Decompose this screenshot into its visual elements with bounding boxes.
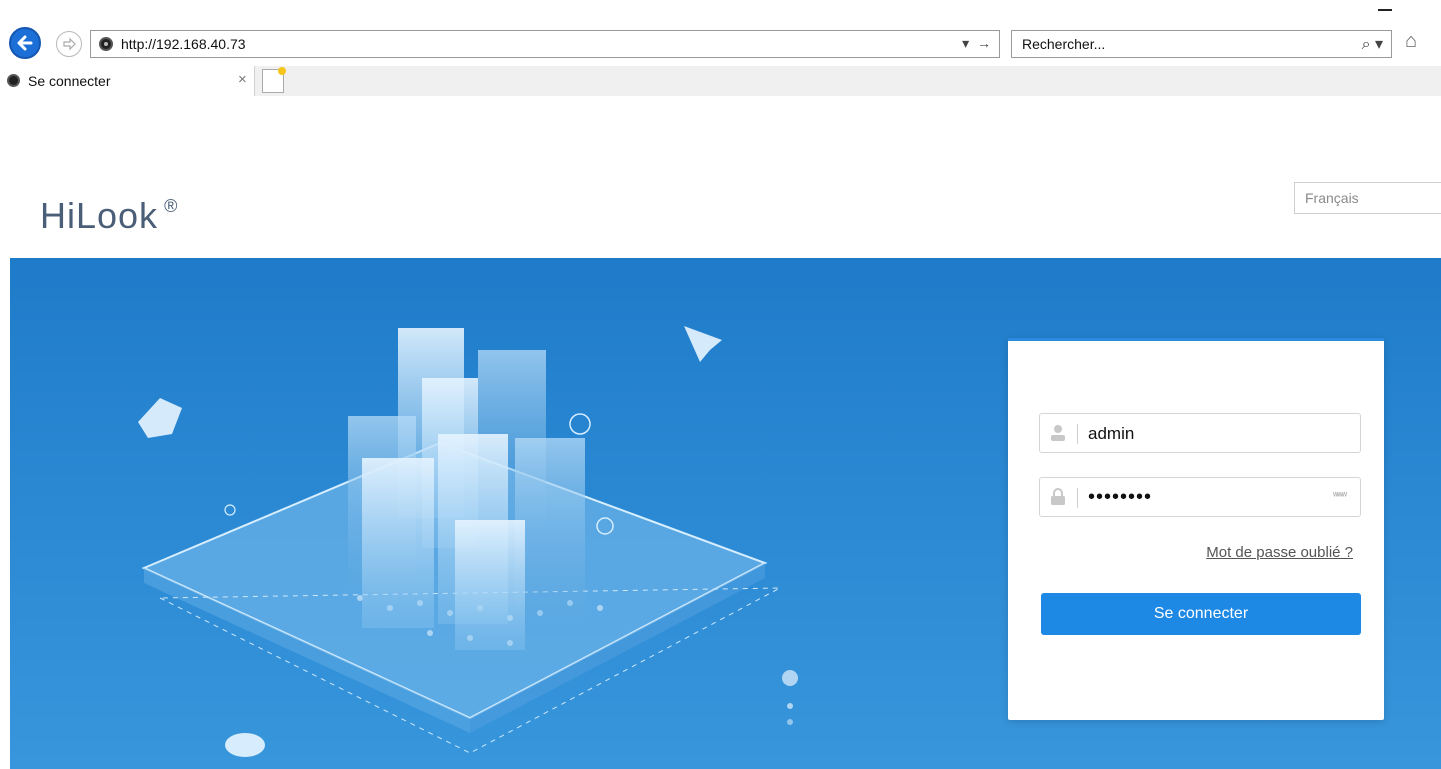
address-bar[interactable]: http://192.168.40.73 ▾ → [90, 30, 1000, 58]
tab-globe-icon [7, 74, 20, 87]
search-icon[interactable]: ⌕ ▾ [1362, 34, 1383, 54]
minimize-button[interactable] [1378, 9, 1392, 11]
field-separator [1077, 424, 1078, 444]
tab-close-icon[interactable]: × [238, 71, 247, 88]
site-globe-icon [99, 37, 113, 51]
lock-icon [1051, 488, 1065, 505]
field-separator [1077, 488, 1078, 508]
username-field[interactable]: admin [1039, 413, 1361, 453]
back-arrow-icon [17, 35, 33, 51]
username-value[interactable]: admin [1088, 424, 1134, 444]
login-card: admin •••••••• ʷʷʷ Mot de passe oublié ?… [1008, 338, 1384, 720]
tab-title: Se connecter [28, 73, 111, 89]
login-button[interactable]: Se connecter [1041, 593, 1361, 635]
search-box[interactable]: Rechercher... ⌕ ▾ [1011, 30, 1392, 58]
user-icon [1051, 425, 1065, 441]
language-value: Français [1305, 190, 1359, 206]
tab-se-connecter[interactable]: Se connecter × [0, 66, 255, 96]
back-button[interactable] [9, 27, 41, 59]
logo-text: HiLook [40, 195, 159, 236]
search-input[interactable]: Rechercher... [1022, 36, 1105, 52]
show-password-icon[interactable]: ʷʷʷ [1333, 490, 1347, 502]
logo-registered-mark: ® [164, 196, 178, 216]
language-select[interactable]: Français [1294, 182, 1441, 214]
forward-arrow-icon [63, 37, 76, 51]
new-tab-icon[interactable] [262, 67, 286, 93]
forward-button[interactable] [56, 31, 82, 57]
browser-toolbar: http://192.168.40.73 ▾ → Rechercher... ⌕… [0, 0, 1441, 66]
forgot-password-link[interactable]: Mot de passe oublié ? [1206, 544, 1353, 561]
home-icon[interactable]: ⌂ [1405, 30, 1417, 53]
hilook-logo: HiLook ® [40, 196, 177, 240]
tab-bar: Se connecter × [0, 66, 1441, 96]
address-go-icon[interactable]: ▾ → [962, 35, 993, 52]
address-url[interactable]: http://192.168.40.73 [121, 36, 246, 52]
password-value[interactable]: •••••••• [1088, 486, 1152, 509]
password-field[interactable]: •••••••• ʷʷʷ [1039, 477, 1361, 517]
